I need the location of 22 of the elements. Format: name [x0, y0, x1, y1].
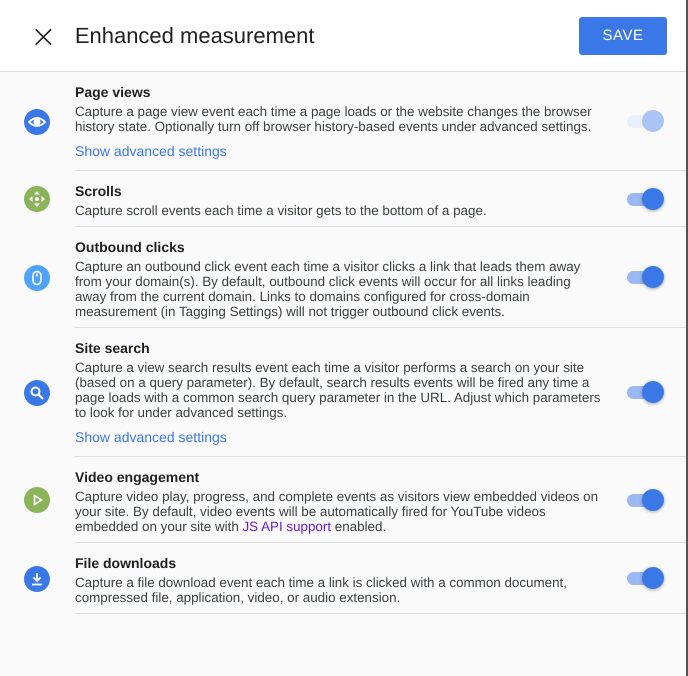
toggle-switch[interactable] — [625, 565, 665, 591]
toggle-switch[interactable] — [625, 186, 665, 212]
event-title: Page views — [75, 84, 152, 100]
event-description: Capture a page view event each time a page loads or the website changes the browser history state. Optionally turn off browser history-based events under advanced settings. — [75, 104, 593, 134]
event-description: Capture video play, progress, and complete events as visitors view embedded videos on your site. By default, video events will be automatically fired for YouTube videos embedded on your site with JS API support enabled. — [75, 489, 600, 534]
toggle-switch[interactable] — [625, 264, 665, 290]
advanced-settings-link[interactable]: Show advanced settings — [75, 429, 227, 445]
toggle-switch[interactable] — [625, 486, 665, 512]
event-title: File downloads — [75, 555, 178, 571]
dialog-title: Enhanced measurement — [74, 22, 316, 48]
event-description: Capture an outbound click event each time a visitor clicks a link that leads them away from your domain(s). By default, outbound click events will occur for all links leading away from the current domain. Links to domains configured for cross-domain measurement (in Tagging Settings) will not trigger outbound click events. — [75, 259, 582, 319]
toggle-switch[interactable] — [625, 379, 665, 405]
event-description: Capture scroll events each time a visitor gets to the bottom of a page. — [75, 203, 488, 218]
event-title: Outbound clicks — [75, 239, 186, 255]
close-button[interactable]: × — [26, 20, 61, 52]
event-description: Capture a view search results event each time a visitor performs a search on your site (based on a query parameter). By default, search results events will be fired any time a page loads with a common search query parameter in the URL. Adjust which parameters to look for under advanced settings. — [75, 360, 602, 420]
api-link[interactable]: JS API support — [242, 519, 332, 534]
save-button[interactable]: SAVE — [579, 16, 667, 54]
event-description: Capture a file download event each time a link is clicked with a common document, compressed file, application, video, or audio extension. — [75, 575, 568, 605]
event-title: Scrolls — [75, 183, 123, 199]
event-title: Video engagement — [75, 469, 200, 485]
event-title: Site search — [75, 340, 151, 356]
